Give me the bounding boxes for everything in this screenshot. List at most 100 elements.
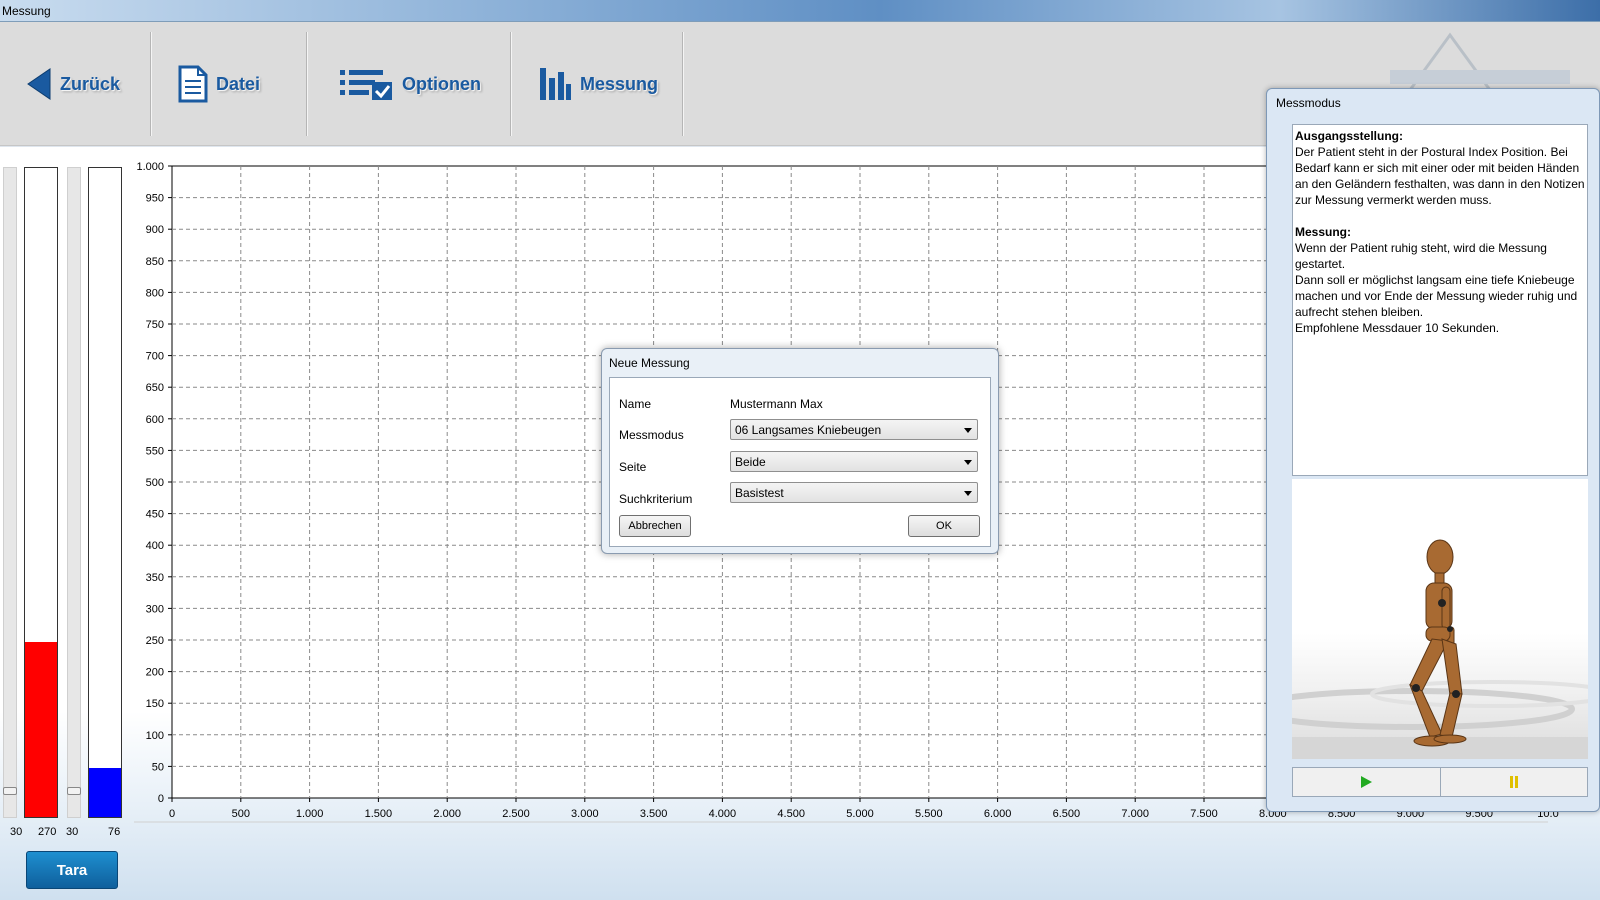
document-icon — [178, 65, 208, 103]
y-tick-label: 1.000 — [136, 161, 164, 173]
toolbar-separator — [150, 32, 152, 136]
pause-button[interactable] — [1441, 768, 1588, 796]
toolbar-separator — [682, 32, 684, 136]
toolbar-separator — [510, 32, 512, 136]
left-load-bar-fill — [25, 641, 57, 817]
measurement-text-1: Wenn der Patient ruhig steht, wird die M… — [1295, 241, 1547, 271]
mode-select[interactable]: 06 Langsames Kniebeugen — [730, 419, 978, 440]
mode-select-value: 06 Langsames Kniebeugen — [735, 423, 882, 437]
left-slider-thumb[interactable] — [3, 787, 17, 795]
y-tick-label: 750 — [146, 319, 164, 331]
back-arrow-icon — [27, 68, 51, 100]
criteria-label: Suchkriterium — [619, 492, 693, 506]
x-tick-label: 2.500 — [502, 808, 530, 820]
dialog-body: Name Mustermann Max Messmodus 06 Langsam… — [609, 377, 991, 547]
right-load-value: 76 — [108, 826, 121, 838]
left-load-bar — [24, 167, 58, 818]
window-titlebar: Messung — [0, 0, 1600, 22]
new-measurement-dialog: Neue Messung Name Mustermann Max Messmod… — [601, 348, 999, 554]
mode-label: Messmodus — [619, 428, 684, 442]
measurement-button[interactable]: Messung — [538, 22, 658, 146]
pause-icon — [1509, 776, 1518, 788]
x-tick-label: 7.000 — [1121, 808, 1149, 820]
side-select[interactable]: Beide — [730, 451, 978, 472]
dialog-title: Neue Messung — [609, 356, 690, 370]
measurement-text-3: Empfohlene Messdauer 10 Sekunden. — [1295, 321, 1500, 335]
panel-title: Messmodus — [1276, 96, 1341, 110]
side-select-value: Beide — [735, 455, 766, 469]
x-tick-label: 3.500 — [640, 808, 668, 820]
y-tick-label: 900 — [146, 224, 164, 236]
criteria-select-value: Basistest — [735, 486, 784, 500]
right-slider-thumb[interactable] — [67, 787, 81, 795]
left-load-value: 270 — [38, 826, 57, 838]
x-tick-label: 2.000 — [433, 808, 461, 820]
name-value: Mustermann Max — [730, 397, 823, 411]
x-tick-label: 1.000 — [296, 808, 324, 820]
file-button[interactable]: Datei — [178, 22, 260, 146]
criteria-select[interactable]: Basistest — [730, 482, 978, 503]
starting-position-heading: Ausgangsstellung: — [1295, 129, 1404, 143]
measurement-text-2: Dann soll er möglichst langsam eine tief… — [1295, 273, 1578, 319]
measurement-button-label: Messung — [580, 73, 659, 94]
y-tick-label: 650 — [146, 382, 164, 394]
side-label: Seite — [619, 460, 647, 474]
back-button-label: Zurück — [60, 73, 121, 94]
checklist-icon — [340, 70, 392, 100]
y-tick-label: 150 — [146, 698, 164, 710]
play-button[interactable] — [1293, 768, 1441, 796]
y-tick-label: 0 — [158, 793, 164, 805]
y-tick-label: 850 — [146, 256, 164, 268]
y-tick-label: 450 — [146, 509, 164, 521]
y-tick-label: 250 — [146, 635, 164, 647]
x-tick-label: 500 — [232, 808, 250, 820]
y-tick-label: 800 — [146, 287, 164, 299]
x-tick-label: 6.000 — [984, 808, 1012, 820]
measurement-heading: Messung: — [1295, 225, 1352, 239]
window-title: Messung — [2, 4, 51, 18]
y-tick-label: 50 — [152, 761, 164, 773]
chevron-down-icon — [964, 460, 972, 465]
x-tick-label: 7.500 — [1190, 808, 1218, 820]
y-tick-label: 350 — [146, 572, 164, 584]
x-tick-label: 1.500 — [365, 808, 393, 820]
left-threshold-slider[interactable] — [3, 167, 17, 818]
right-load-bar — [88, 167, 122, 818]
x-tick-label: 0 — [169, 808, 175, 820]
options-button-label: Optionen — [402, 73, 481, 94]
left-min-value: 30 — [10, 826, 23, 838]
cancel-button[interactable]: Abbrechen — [619, 515, 691, 537]
back-button[interactable]: Zurück — [26, 22, 120, 146]
x-tick-label: 6.500 — [1053, 808, 1081, 820]
play-icon — [1361, 776, 1373, 788]
right-threshold-slider[interactable] — [67, 167, 81, 818]
y-tick-label: 500 — [146, 477, 164, 489]
name-label: Name — [619, 397, 652, 411]
tara-button[interactable]: Tara — [26, 851, 118, 889]
x-tick-label: 3.000 — [571, 808, 599, 820]
y-tick-label: 300 — [146, 603, 164, 615]
chevron-down-icon — [964, 491, 972, 496]
y-tick-label: 950 — [146, 193, 164, 205]
y-tick-label: 550 — [146, 445, 164, 457]
y-tick-label: 600 — [146, 414, 164, 426]
instructions-text: Ausgangsstellung: Der Patient steht in d… — [1292, 124, 1588, 476]
animation-controls — [1292, 767, 1588, 797]
y-tick-label: 400 — [146, 540, 164, 552]
x-tick-label: 5.500 — [915, 808, 943, 820]
right-load-bar-fill — [89, 767, 121, 817]
options-button[interactable]: Optionen — [338, 22, 481, 146]
x-tick-label: 4.000 — [709, 808, 737, 820]
y-tick-label: 100 — [146, 730, 164, 742]
starting-position-text: Der Patient steht in der Postural Index … — [1295, 145, 1585, 207]
y-tick-label: 700 — [146, 351, 164, 363]
x-tick-label: 4.500 — [777, 808, 805, 820]
right-min-value: 30 — [66, 826, 79, 838]
measurement-mode-panel: Messmodus Ausgangsstellung: Der Patient … — [1266, 88, 1600, 812]
x-tick-label: 5.000 — [846, 808, 874, 820]
toolbar-separator — [306, 32, 308, 136]
ok-button[interactable]: OK — [908, 515, 980, 537]
squat-animation-view — [1292, 479, 1588, 759]
file-button-label: Datei — [216, 73, 261, 94]
mannequin-figure-image — [1292, 539, 1588, 759]
